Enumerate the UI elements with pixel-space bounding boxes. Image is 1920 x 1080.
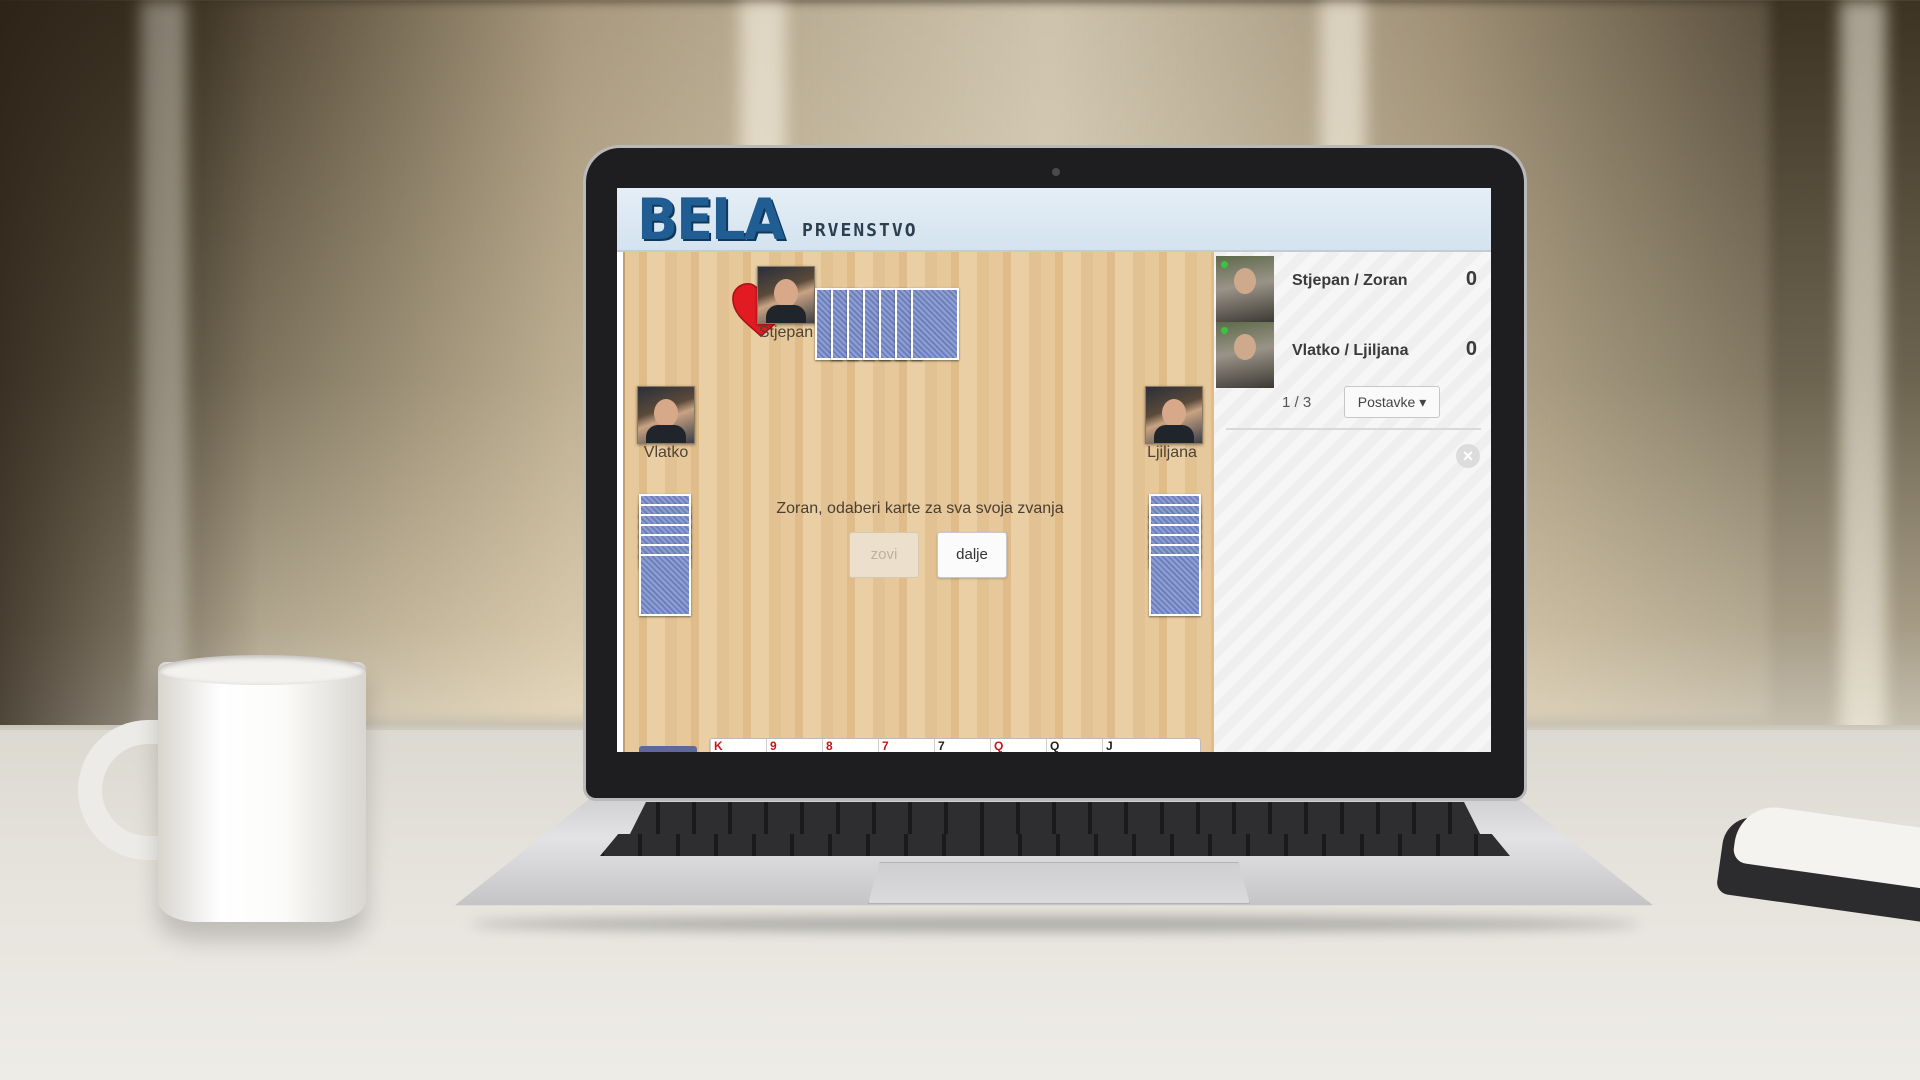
app-logo-subtitle: PRVENSTVO xyxy=(802,220,918,241)
next-button[interactable]: dalje xyxy=(937,532,1007,578)
close-icon[interactable]: × xyxy=(1456,444,1480,468)
team-name: Vlatko / Ljiljana xyxy=(1292,342,1409,359)
camera-icon xyxy=(1052,168,1060,176)
online-indicator-icon xyxy=(1221,261,1228,268)
hand-card[interactable]: Q xyxy=(990,739,1046,752)
background-shadow xyxy=(0,0,260,760)
hand-card[interactable]: K xyxy=(710,739,766,752)
coffee-mug xyxy=(158,662,366,922)
player-hand: K 9 8 7 7 Q Q J xyxy=(709,738,1201,752)
hand-card[interactable]: 7 xyxy=(934,739,990,752)
keyboard-row xyxy=(600,834,1510,856)
score-sidebar: Stjepan / Zoran 0 Vlatko / Ljiljana 0 1 … xyxy=(1214,252,1491,752)
card-back xyxy=(911,288,959,360)
app-header: BELA PRVENSTVO xyxy=(617,188,1491,252)
player-name-right: Ljiljana xyxy=(1147,444,1197,461)
app-logo[interactable]: BELA xyxy=(637,190,785,250)
round-counter: 1 / 3 xyxy=(1282,394,1312,411)
team-avatar xyxy=(1216,256,1274,322)
laptop-screen: BELA PRVENSTVO Stjepan Vlatko Ljiljana Z… xyxy=(617,188,1491,752)
player-avatar-bottom[interactable] xyxy=(639,746,697,752)
trackpad xyxy=(868,862,1250,904)
online-indicator-icon xyxy=(1221,327,1228,334)
avatar-left-player[interactable] xyxy=(637,386,695,444)
sidebar-divider xyxy=(1226,428,1481,430)
player-name-left: Vlatko xyxy=(643,444,689,461)
team-score: 0 xyxy=(1465,268,1477,290)
hand-card[interactable]: 7 xyxy=(878,739,934,752)
game-prompt: Zoran, odaberi karte za sva svoja zvanja xyxy=(776,500,1064,517)
background-window-post xyxy=(1840,0,1886,740)
settings-dropdown[interactable]: Postavke ▾ xyxy=(1344,386,1440,418)
team-name: Stjepan / Zoran xyxy=(1292,272,1408,289)
team-row: Vlatko / Ljiljana 0 xyxy=(1214,322,1491,388)
laptop-shadow xyxy=(470,916,1640,932)
hand-card[interactable]: 9 xyxy=(766,739,822,752)
card-back xyxy=(1149,554,1201,616)
team-score: 0 xyxy=(1465,338,1477,360)
game-table: Stjepan Vlatko Ljiljana Zoran, odaberi k… xyxy=(623,252,1217,752)
team-avatar xyxy=(1216,322,1274,388)
call-button[interactable]: zovi xyxy=(849,532,919,578)
avatar-right-player[interactable] xyxy=(1145,386,1203,444)
avatar-top-player[interactable] xyxy=(757,266,815,324)
team-row: Stjepan / Zoran 0 xyxy=(1214,252,1491,322)
hand-card[interactable]: J xyxy=(1102,739,1200,752)
card-back xyxy=(639,554,691,616)
mug-rim xyxy=(158,655,366,685)
hand-card[interactable]: 8 xyxy=(822,739,878,752)
hand-card[interactable]: Q xyxy=(1046,739,1102,752)
